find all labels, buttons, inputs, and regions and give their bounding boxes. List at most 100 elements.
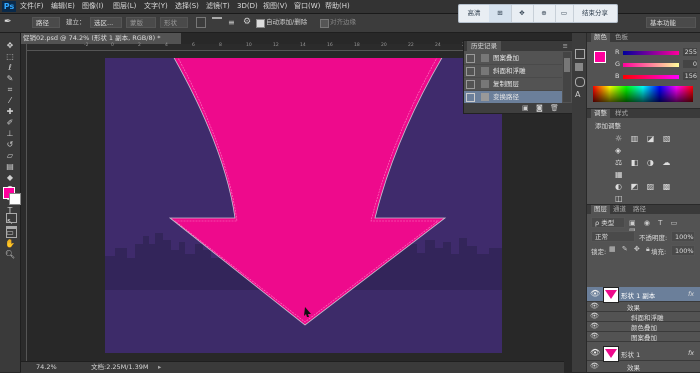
menu-window[interactable]: 窗口(W) xyxy=(294,1,320,12)
fx-icon[interactable]: fx xyxy=(688,290,694,298)
effect-row[interactable]: 👁︎ 斜面和浮雕 xyxy=(587,312,700,322)
menu-edit[interactable]: 编辑(E) xyxy=(51,1,75,12)
pen-tool-icon[interactable]: ✒ xyxy=(4,17,16,28)
fx-icon[interactable]: fx xyxy=(688,349,694,357)
char-panel-icon[interactable]: A xyxy=(575,91,583,99)
properties-panel-icon[interactable] xyxy=(575,77,585,87)
visibility-eye-icon[interactable]: 👁︎ xyxy=(590,289,600,298)
effect-row[interactable]: 👁︎ 图案叠加 xyxy=(587,332,700,342)
menu-image[interactable]: 图像(I) xyxy=(82,1,104,12)
history-item[interactable]: 复制图层 xyxy=(464,78,562,91)
auto-add-checkbox[interactable] xyxy=(256,19,265,28)
menu-file[interactable]: 文件(F) xyxy=(20,1,44,12)
menu-select[interactable]: 选择(S) xyxy=(175,1,199,12)
effect-row[interactable]: 👁︎ 颜色叠加 xyxy=(587,322,700,332)
zoom-in-icon[interactable]: ⊕ xyxy=(533,5,556,22)
effects-row[interactable]: 👁︎ 效果 xyxy=(587,362,700,372)
shape-button[interactable]: 形状 xyxy=(160,17,188,28)
history-item[interactable]: 斜面和浮雕 xyxy=(464,65,562,78)
menu-help[interactable]: 帮助(H) xyxy=(325,1,350,12)
channel-r-value[interactable]: 255 xyxy=(683,48,697,56)
mode-select[interactable]: 路径 xyxy=(32,17,60,28)
canvas[interactable] xyxy=(105,58,502,353)
effect-eye-icon[interactable]: 👁︎ xyxy=(590,302,599,310)
doc-info[interactable]: 文档:2.25M/1.39M xyxy=(91,362,149,373)
hd-button[interactable]: 高清 xyxy=(459,5,490,22)
tab-channels[interactable]: 通道 xyxy=(613,205,626,214)
color-spectrum[interactable] xyxy=(593,86,693,102)
quick-select-icon[interactable]: ✎ xyxy=(4,74,16,84)
gear-icon[interactable]: ⚙ xyxy=(243,17,253,28)
tab-color[interactable]: 颜色 xyxy=(591,33,610,42)
effect-eye-icon[interactable]: 👁︎ xyxy=(590,322,599,330)
layer-row-selected[interactable]: 👁︎ 形状 1 副本 fx xyxy=(587,287,700,303)
effect-eye-icon[interactable]: 👁︎ xyxy=(590,312,599,320)
menu-filter[interactable]: 滤镜(T) xyxy=(206,1,230,12)
status-arrow-icon[interactable]: ▸ xyxy=(158,362,161,373)
adjustment-icons[interactable]: ☼ ▥ ◪ ▧ ◈ ⚖ ◧ ◑ ☁ ▦ ◐ ◩ ▨ ▩ ◫ xyxy=(615,133,685,203)
arrange-icon[interactable]: ≡ xyxy=(228,17,238,28)
tab-layers[interactable]: 图层 xyxy=(591,205,610,214)
healing-brush-icon[interactable]: ✚ xyxy=(4,107,16,117)
channel-g-value[interactable]: 0 xyxy=(683,60,697,68)
channel-b-value[interactable]: 156 xyxy=(683,72,697,80)
panel-menu-icon[interactable]: ≡ xyxy=(563,41,568,51)
align-edges-checkbox[interactable] xyxy=(320,19,329,28)
layer-name[interactable]: 形状 1 副本 xyxy=(621,290,655,300)
blur-tool-icon[interactable]: ◆ xyxy=(4,173,16,183)
opacity-input[interactable]: 100% xyxy=(671,231,695,242)
path-ops-icon[interactable] xyxy=(196,17,206,28)
trash-icon[interactable]: 🗑︎ xyxy=(550,103,559,113)
menu-3d[interactable]: 3D(D) xyxy=(237,1,258,12)
marquee-tool-icon[interactable]: ⬚ xyxy=(4,52,16,62)
history-panel-icon[interactable] xyxy=(575,49,585,59)
layer-row[interactable]: 👁︎ 形状 1 fx xyxy=(587,346,700,362)
workspace-select[interactable]: 基本功能 xyxy=(646,17,696,28)
visibility-eye-icon[interactable]: 👁︎ xyxy=(590,348,600,357)
eyedropper-icon[interactable]: ⁄ xyxy=(4,96,16,106)
effects-row[interactable]: 👁︎ 效果 xyxy=(587,302,700,312)
history-brush-icon[interactable]: ↺ xyxy=(4,140,16,150)
history-item[interactable]: 图案叠加 xyxy=(464,52,562,65)
grid-icon[interactable]: ⊞ xyxy=(489,5,512,22)
monitor-icon[interactable]: ▭ xyxy=(555,5,574,22)
lasso-tool-icon[interactable]: ℓ xyxy=(4,63,16,73)
channel-g-slider[interactable] xyxy=(623,63,679,67)
menu-view[interactable]: 视图(V) xyxy=(263,1,287,12)
tab-swatches[interactable]: 色板 xyxy=(615,33,628,42)
tab-adjustments[interactable]: 调整 xyxy=(591,109,610,118)
crop-tool-icon[interactable]: ⌗ xyxy=(4,85,16,95)
channel-b-slider[interactable] xyxy=(623,75,679,79)
fill-input[interactable]: 100% xyxy=(671,245,695,256)
camera-icon[interactable]: ◙ xyxy=(536,103,543,113)
path-align-icon[interactable] xyxy=(212,17,222,28)
background-color-swatch[interactable] xyxy=(9,193,21,205)
effect-eye-icon[interactable]: 👁︎ xyxy=(590,362,599,370)
kind-filter-select[interactable]: ρ 类型 xyxy=(591,217,625,228)
move-icon[interactable]: ✥ xyxy=(511,5,534,22)
layer-filter-icons[interactable]: ▣ ◉ T ▭ ▤ xyxy=(629,219,689,235)
menu-layer[interactable]: 图层(L) xyxy=(113,1,136,12)
layer-name[interactable]: 形状 1 xyxy=(621,349,640,359)
lock-icons[interactable]: ▦ ✎ ✥ 🔒︎ xyxy=(609,245,652,254)
effect-eye-icon[interactable]: 👁︎ xyxy=(590,332,599,340)
mask-button[interactable]: 蒙版 xyxy=(126,17,156,28)
tab-paths[interactable]: 路径 xyxy=(633,205,646,214)
history-title[interactable]: 历史记录 xyxy=(467,41,501,51)
blend-mode-select[interactable]: 正常 xyxy=(591,231,635,242)
menu-type[interactable]: 文字(Y) xyxy=(144,1,168,12)
selection-button[interactable]: 选区... xyxy=(90,17,122,28)
quick-mask-icon[interactable] xyxy=(6,213,17,223)
brush-tool-icon[interactable]: ✐ xyxy=(4,118,16,128)
end-share-button[interactable]: 结束分享 xyxy=(573,5,617,22)
zoom-tool-icon[interactable]: 🔍︎ xyxy=(4,250,16,260)
move-tool-icon[interactable]: ✥ xyxy=(4,41,16,51)
hand-tool-icon[interactable]: ✋ xyxy=(4,239,16,249)
eraser-tool-icon[interactable]: ▱ xyxy=(4,151,16,161)
stamp-tool-icon[interactable]: ⊥ xyxy=(4,129,16,139)
zoom-level[interactable]: 74.2% xyxy=(36,362,57,373)
new-doc-icon[interactable]: ▣ xyxy=(522,103,529,113)
gradient-tool-icon[interactable]: ▤ xyxy=(4,162,16,172)
info-panel-icon[interactable] xyxy=(575,63,583,71)
history-scrollbar[interactable] xyxy=(563,52,571,102)
